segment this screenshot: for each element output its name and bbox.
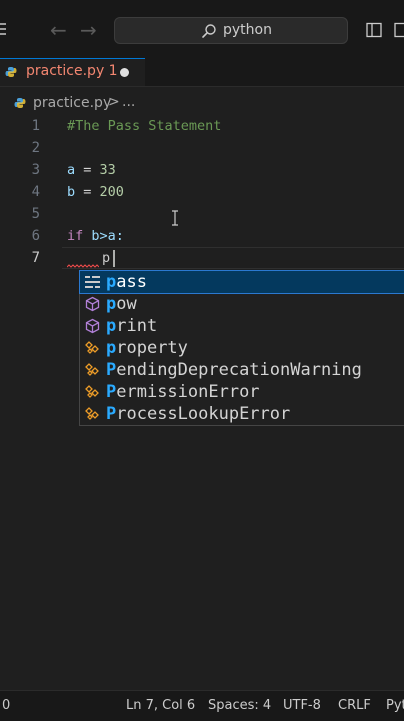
- keyword-icon: [85, 276, 100, 288]
- code-line: 1 #The Pass Statement: [0, 115, 404, 137]
- status-bar: 0 Ln 7, Col 6 Spaces: 4 UTF-8 CRLF Pyt: [0, 690, 404, 721]
- suggestion-pow[interactable]: pow: [80, 293, 404, 315]
- toggle-panel-icon[interactable]: [394, 22, 404, 38]
- code-text: b = 200: [67, 181, 124, 203]
- breadcrumb-file[interactable]: practice.py: [33, 95, 111, 111]
- encoding[interactable]: UTF-8: [283, 698, 321, 713]
- code-line: 3 a = 33: [0, 159, 404, 226]
- suggestion-process-lookup-error[interactable]: ProcessLookupError: [80, 403, 404, 425]
- suggestion-rest: ass: [116, 272, 147, 292]
- cursor-position[interactable]: Ln 7, Col 6: [126, 698, 195, 713]
- breadcrumb-separator: >: [108, 94, 120, 110]
- class-icon: [85, 407, 99, 420]
- line-number: 1: [31, 118, 40, 134]
- breadcrumb: practice.py > ...: [0, 93, 404, 115]
- suggestion-rest: rint: [116, 316, 158, 336]
- indentation[interactable]: Spaces: 4: [208, 698, 271, 713]
- line-number: 5: [31, 206, 40, 222]
- line-number: 2: [31, 140, 40, 156]
- back-arrow-icon[interactable]: ←: [50, 20, 67, 40]
- suggestion-label: ProcessLookupError: [106, 403, 290, 425]
- suggestion-print[interactable]: print: [80, 315, 404, 337]
- forward-arrow-icon[interactable]: →: [80, 20, 97, 40]
- suggestion-label: pow: [106, 293, 137, 315]
- suggestion-label: PermissionError: [106, 381, 260, 403]
- method-icon: [85, 318, 100, 334]
- variable-token: b: [67, 184, 76, 200]
- suggestion-label: PendingDeprecationWarning: [106, 359, 362, 381]
- text-caret: [113, 250, 115, 267]
- match-highlight: P: [106, 360, 117, 380]
- code-line: 4 b = 200: [0, 181, 404, 203]
- code-line: 2: [0, 137, 404, 159]
- toggle-sidebar-icon[interactable]: [366, 22, 382, 38]
- line-number: 7: [31, 250, 40, 266]
- problems-count[interactable]: 0: [2, 698, 10, 713]
- python-file-icon: [14, 98, 26, 108]
- search-text: python: [223, 22, 272, 38]
- line-number: 6: [31, 228, 40, 244]
- class-icon: [85, 363, 99, 376]
- suggestion-rest: ermissionError: [116, 382, 260, 402]
- suggestion-rest: rocessLookupError: [116, 404, 291, 424]
- line-ending[interactable]: CRLF: [338, 698, 371, 713]
- suggestion-pass[interactable]: pass: [79, 270, 404, 294]
- search-icon: [202, 24, 216, 38]
- variable-token: a: [67, 162, 76, 178]
- suggestion-label: property: [106, 337, 188, 359]
- match-highlight: P: [106, 382, 117, 402]
- code-line: 5: [0, 203, 404, 225]
- match-highlight: p: [106, 316, 117, 336]
- keyword-token: if: [67, 228, 84, 244]
- suggestion-rest: roperty: [116, 338, 188, 358]
- current-code-line: 7 p: [0, 247, 404, 269]
- match-highlight: p: [106, 338, 117, 358]
- suggestion-permission-error[interactable]: PermissionError: [80, 381, 404, 403]
- suggestion-rest: endingDeprecationWarning: [116, 360, 362, 380]
- suggestion-rest: ow: [116, 294, 137, 314]
- menu-icon[interactable]: [0, 23, 6, 37]
- error-squiggle: [67, 264, 99, 268]
- title-bar: ← → python: [0, 0, 404, 58]
- language-mode[interactable]: Pyt: [386, 698, 404, 713]
- command-center-search[interactable]: python: [114, 17, 348, 44]
- class-icon: [85, 341, 99, 354]
- match-highlight: p: [106, 272, 117, 292]
- code-text: a = 33: [67, 159, 116, 181]
- unsaved-dot-icon[interactable]: [120, 68, 129, 77]
- match-highlight: P: [106, 404, 117, 424]
- tab-bar: practice.py 1: [0, 58, 404, 87]
- tab-practice-py[interactable]: practice.py 1: [0, 58, 145, 86]
- suggestion-label: pass: [106, 271, 147, 293]
- code-comment: #The Pass Statement: [67, 118, 222, 134]
- operator-token: =: [75, 184, 100, 200]
- suggestion-property[interactable]: property: [80, 337, 404, 359]
- method-icon: [85, 296, 100, 312]
- line-number: 3: [31, 162, 40, 178]
- suggestion-pending-deprecation-warning[interactable]: PendingDeprecationWarning: [80, 359, 404, 381]
- number-token: 33: [99, 162, 116, 178]
- typed-text: p: [102, 250, 111, 266]
- class-icon: [85, 385, 99, 398]
- line-number: 4: [31, 184, 40, 200]
- condition-token: b>a:: [83, 228, 124, 244]
- number-token: 200: [99, 184, 124, 200]
- operator-token: =: [75, 162, 100, 178]
- breadcrumb-more[interactable]: ...: [122, 94, 135, 110]
- match-highlight: p: [106, 294, 117, 314]
- code-text: if b>a:: [67, 225, 124, 247]
- tab-label: practice.py 1: [26, 63, 118, 79]
- code-line: 6 if b>a:: [0, 225, 404, 247]
- python-file-icon: [5, 67, 17, 77]
- autocomplete-suggestions: pass pow print property PendingDeprecati…: [79, 270, 404, 426]
- suggestion-label: print: [106, 315, 157, 337]
